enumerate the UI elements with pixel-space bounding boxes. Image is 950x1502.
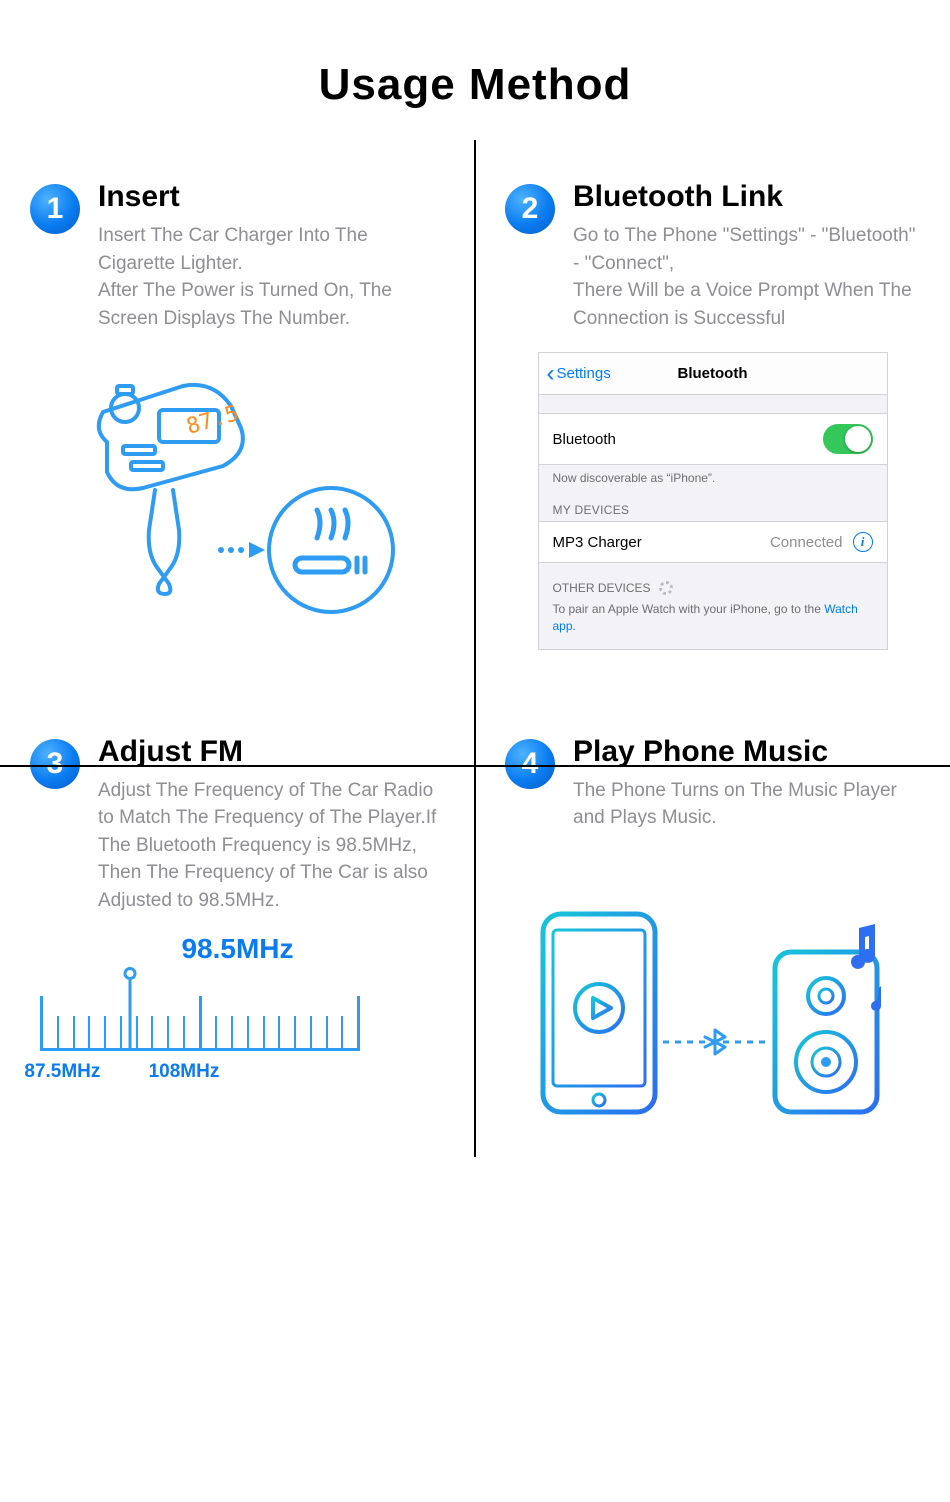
- step-badge-3: 3: [30, 739, 80, 789]
- watch-hint: To pair an Apple Watch with your iPhone,…: [539, 601, 887, 649]
- bluetooth-switch[interactable]: [823, 424, 873, 454]
- bluetooth-toggle-label: Bluetooth: [553, 431, 616, 448]
- bluetooth-toggle-row: Bluetooth: [539, 413, 887, 465]
- info-icon[interactable]: i: [853, 532, 873, 552]
- freq-max-label: 108MHz: [117, 1061, 251, 1083]
- device-status: Connected: [770, 534, 843, 551]
- page-title: Usage Method: [0, 60, 950, 110]
- frequency-scale: 87.5MHz 108MHz: [40, 971, 360, 1083]
- step-badge-4: 4: [505, 739, 555, 789]
- my-devices-heading: MY DEVICES: [539, 489, 887, 521]
- step-4-desc: The Phone Turns on The Music Player and …: [573, 777, 920, 832]
- watch-hint-text: To pair an Apple Watch with your iPhone,…: [553, 602, 825, 616]
- spinner-icon: [659, 581, 673, 595]
- ios-back-button[interactable]: ‹ Settings: [547, 362, 611, 386]
- step-2: 2 Bluetooth Link Go to The Phone "Settin…: [475, 140, 950, 680]
- other-devices-heading: OTHER DEVICES: [539, 563, 887, 601]
- ios-bluetooth-mock: ‹ Settings Bluetooth Bluetooth Now disco…: [538, 352, 888, 650]
- step-1-title: Insert: [98, 180, 445, 214]
- device-name: MP3 Charger: [553, 534, 642, 551]
- step-badge-1: 1: [30, 184, 80, 234]
- steps-grid: 1 Insert Insert The Car Charger Into The…: [0, 140, 950, 1157]
- step-3: 3 Adjust FM Adjust The Frequency of The …: [0, 680, 475, 1157]
- step-4-title: Play Phone Music: [573, 735, 920, 769]
- play-icon: [575, 984, 623, 1032]
- lighter-circle-icon: [269, 488, 393, 612]
- step-2-desc: Go to The Phone "Settings" - "Bluetooth"…: [573, 222, 920, 332]
- current-frequency: 98.5MHz: [30, 933, 445, 965]
- vertical-divider: [474, 140, 476, 1157]
- bluetooth-icon: [705, 1030, 725, 1054]
- step-2-title: Bluetooth Link: [573, 180, 920, 214]
- step-badge-2: 2: [505, 184, 555, 234]
- ios-navbar: ‹ Settings Bluetooth: [539, 353, 887, 395]
- other-devices-label: OTHER DEVICES: [553, 581, 651, 595]
- play-music-illustration: [505, 902, 920, 1127]
- horizontal-divider: [0, 765, 950, 767]
- step-1-desc: Insert The Car Charger Into The Cigarett…: [98, 222, 445, 332]
- ios-back-label: Settings: [557, 365, 611, 382]
- freq-min-label: 87.5MHz: [8, 1061, 117, 1083]
- discoverable-note: Now discoverable as “iPhone”.: [539, 465, 887, 489]
- step-4: 4 Play Phone Music The Phone Turns on Th…: [475, 680, 950, 1157]
- frequency-marker: [123, 967, 136, 1050]
- insert-illustration: 87.5: [30, 372, 445, 637]
- arrow-icon: [249, 542, 265, 558]
- device-row[interactable]: MP3 Charger Connected i: [539, 521, 887, 563]
- step-3-desc: Adjust The Frequency of The Car Radio to…: [98, 777, 445, 915]
- chevron-left-icon: ‹: [547, 362, 555, 386]
- step-1: 1 Insert Insert The Car Charger Into The…: [0, 140, 475, 680]
- step-3-title: Adjust FM: [98, 735, 445, 769]
